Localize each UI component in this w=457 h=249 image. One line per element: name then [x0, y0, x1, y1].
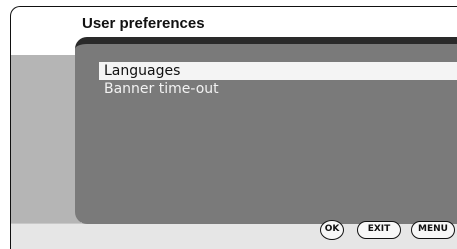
page-title: User preferences	[82, 15, 205, 32]
menu-list: Languages Banner time-out	[99, 62, 457, 98]
menu-panel: Languages Banner time-out	[75, 37, 457, 224]
ok-button[interactable]: OK	[320, 220, 344, 240]
menu-button[interactable]: MENU	[411, 221, 455, 239]
left-panel	[11, 55, 81, 225]
menu-item-banner-time-out[interactable]: Banner time-out	[99, 80, 457, 98]
osd-screen: User preferences Languages Banner time-o…	[10, 6, 457, 249]
exit-button[interactable]: EXIT	[357, 221, 401, 239]
menu-item-languages[interactable]: Languages	[99, 62, 457, 80]
